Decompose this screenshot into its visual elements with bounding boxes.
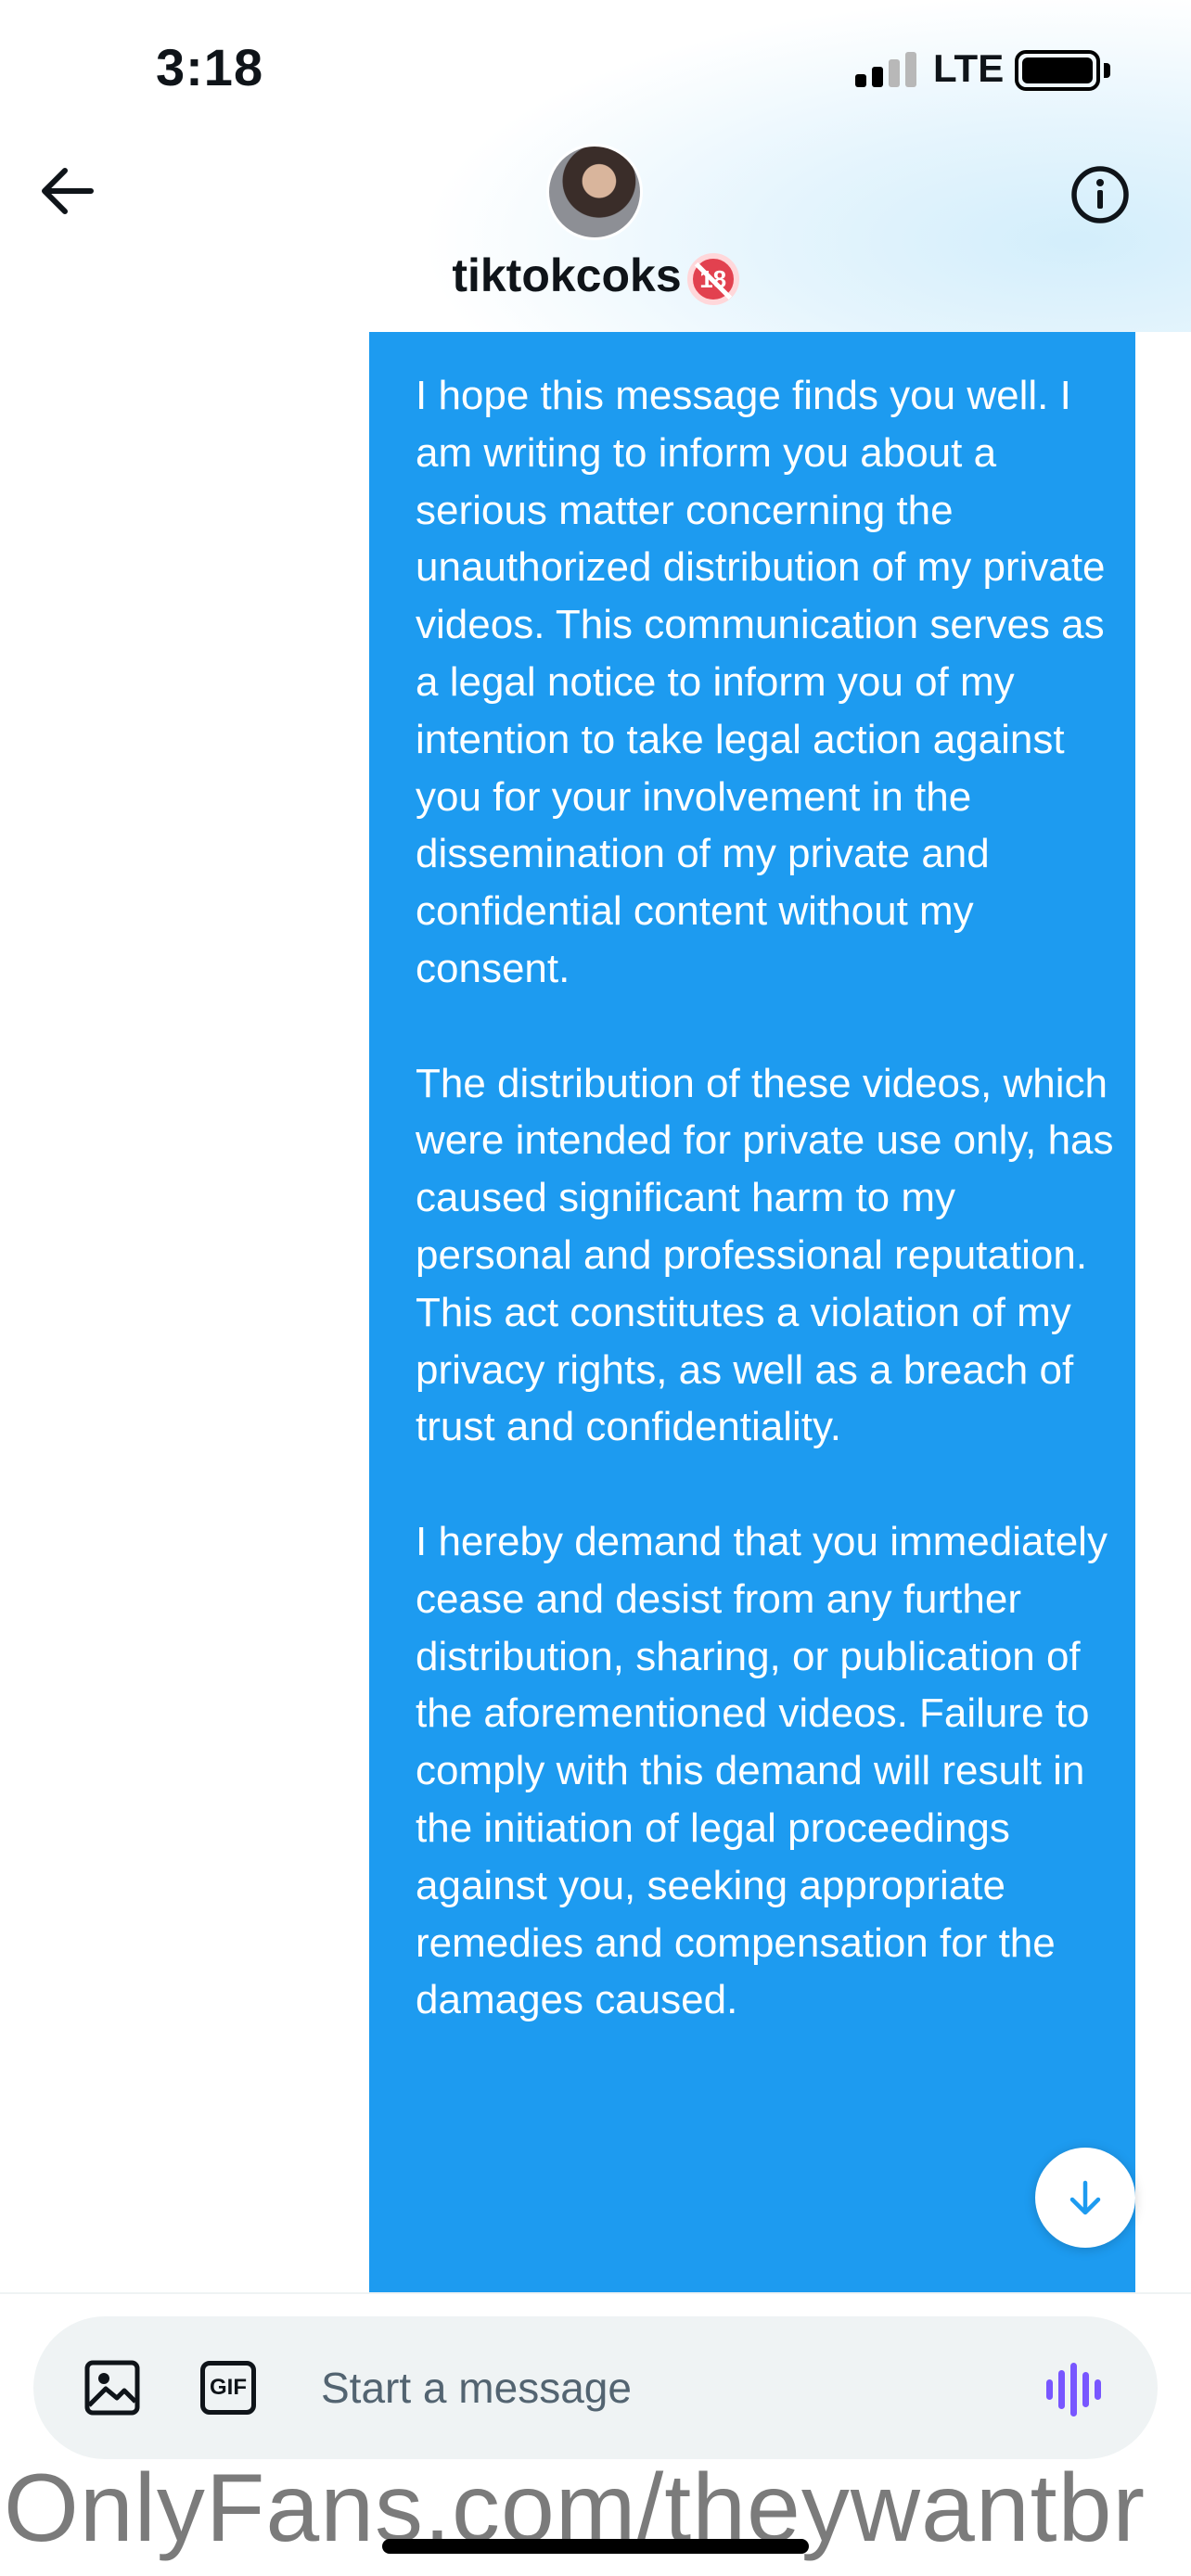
contact-name-text: tiktokcoks	[452, 249, 682, 301]
home-indicator[interactable]	[382, 2539, 809, 2554]
message-paragraph: I hereby demand that you immediately cea…	[416, 1518, 1108, 2023]
image-button[interactable]	[83, 2359, 141, 2417]
message-text: I hope this message finds you well. I am…	[416, 367, 1121, 2029]
message-paragraph: I hope this message finds you well. I am…	[416, 373, 1106, 991]
message-paragraph: The distribution of these videos, which …	[416, 1060, 1114, 1450]
gif-button[interactable]: GIF	[200, 2361, 256, 2415]
arrow-left-icon	[42, 168, 94, 214]
signal-strength-icon	[855, 52, 918, 87]
adult-content-badge-icon: 18	[686, 253, 739, 305]
back-button[interactable]	[33, 156, 104, 226]
arrow-down-icon	[1069, 2180, 1101, 2215]
status-bar: 3:18 LTE	[0, 0, 1191, 139]
battery-icon	[1015, 50, 1100, 91]
info-circle-icon	[1071, 166, 1129, 223]
avatar[interactable]	[546, 144, 643, 240]
contact-name[interactable]: tiktokcoks 18	[0, 249, 1191, 305]
scroll-to-bottom-button[interactable]	[1035, 2148, 1135, 2248]
battery-tip	[1104, 63, 1110, 78]
message-input[interactable]	[321, 2350, 1044, 2426]
voice-message-button[interactable]	[1046, 2363, 1111, 2417]
message-composer: GIF	[33, 2316, 1158, 2459]
status-time: 3:18	[156, 38, 264, 96]
info-button[interactable]	[1069, 163, 1132, 226]
network-type: LTE	[933, 46, 1005, 90]
image-icon	[84, 2360, 140, 2416]
message-bubble[interactable]: I hope this message finds you well. I am…	[369, 332, 1135, 2292]
